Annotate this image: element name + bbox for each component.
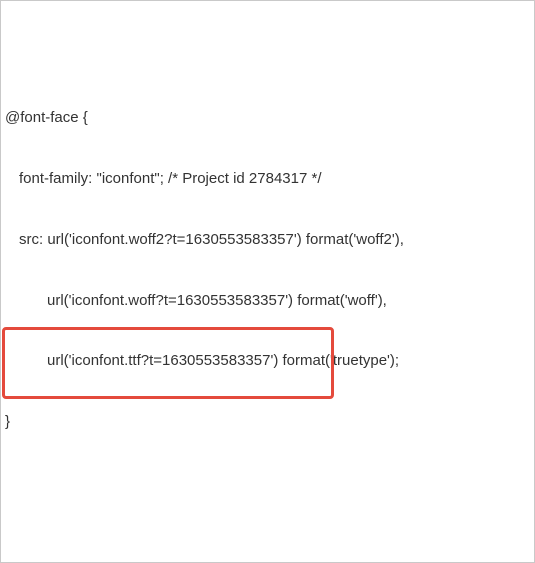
code-line: @font-face { — [5, 108, 526, 128]
code-line: } — [5, 412, 526, 432]
fontface-rule: @font-face { font-family: "iconfont"; /*… — [5, 68, 526, 473]
code-line: src: url('iconfont.woff2?t=1630553583357… — [5, 230, 526, 250]
code-document: @font-face { font-family: "iconfont"; /*… — [0, 0, 535, 563]
iconfont-rule: .iconfont { font-family: "iconfont" !imp… — [5, 552, 526, 563]
code-line: url('iconfont.ttf?t=1630553583357') form… — [5, 351, 526, 371]
code-line: url('iconfont.woff?t=1630553583357') for… — [5, 291, 526, 311]
code-comment: /* Project id 2784317 */ — [168, 170, 321, 187]
code-line: font-family: "iconfont"; /* Project id 2… — [5, 169, 526, 189]
